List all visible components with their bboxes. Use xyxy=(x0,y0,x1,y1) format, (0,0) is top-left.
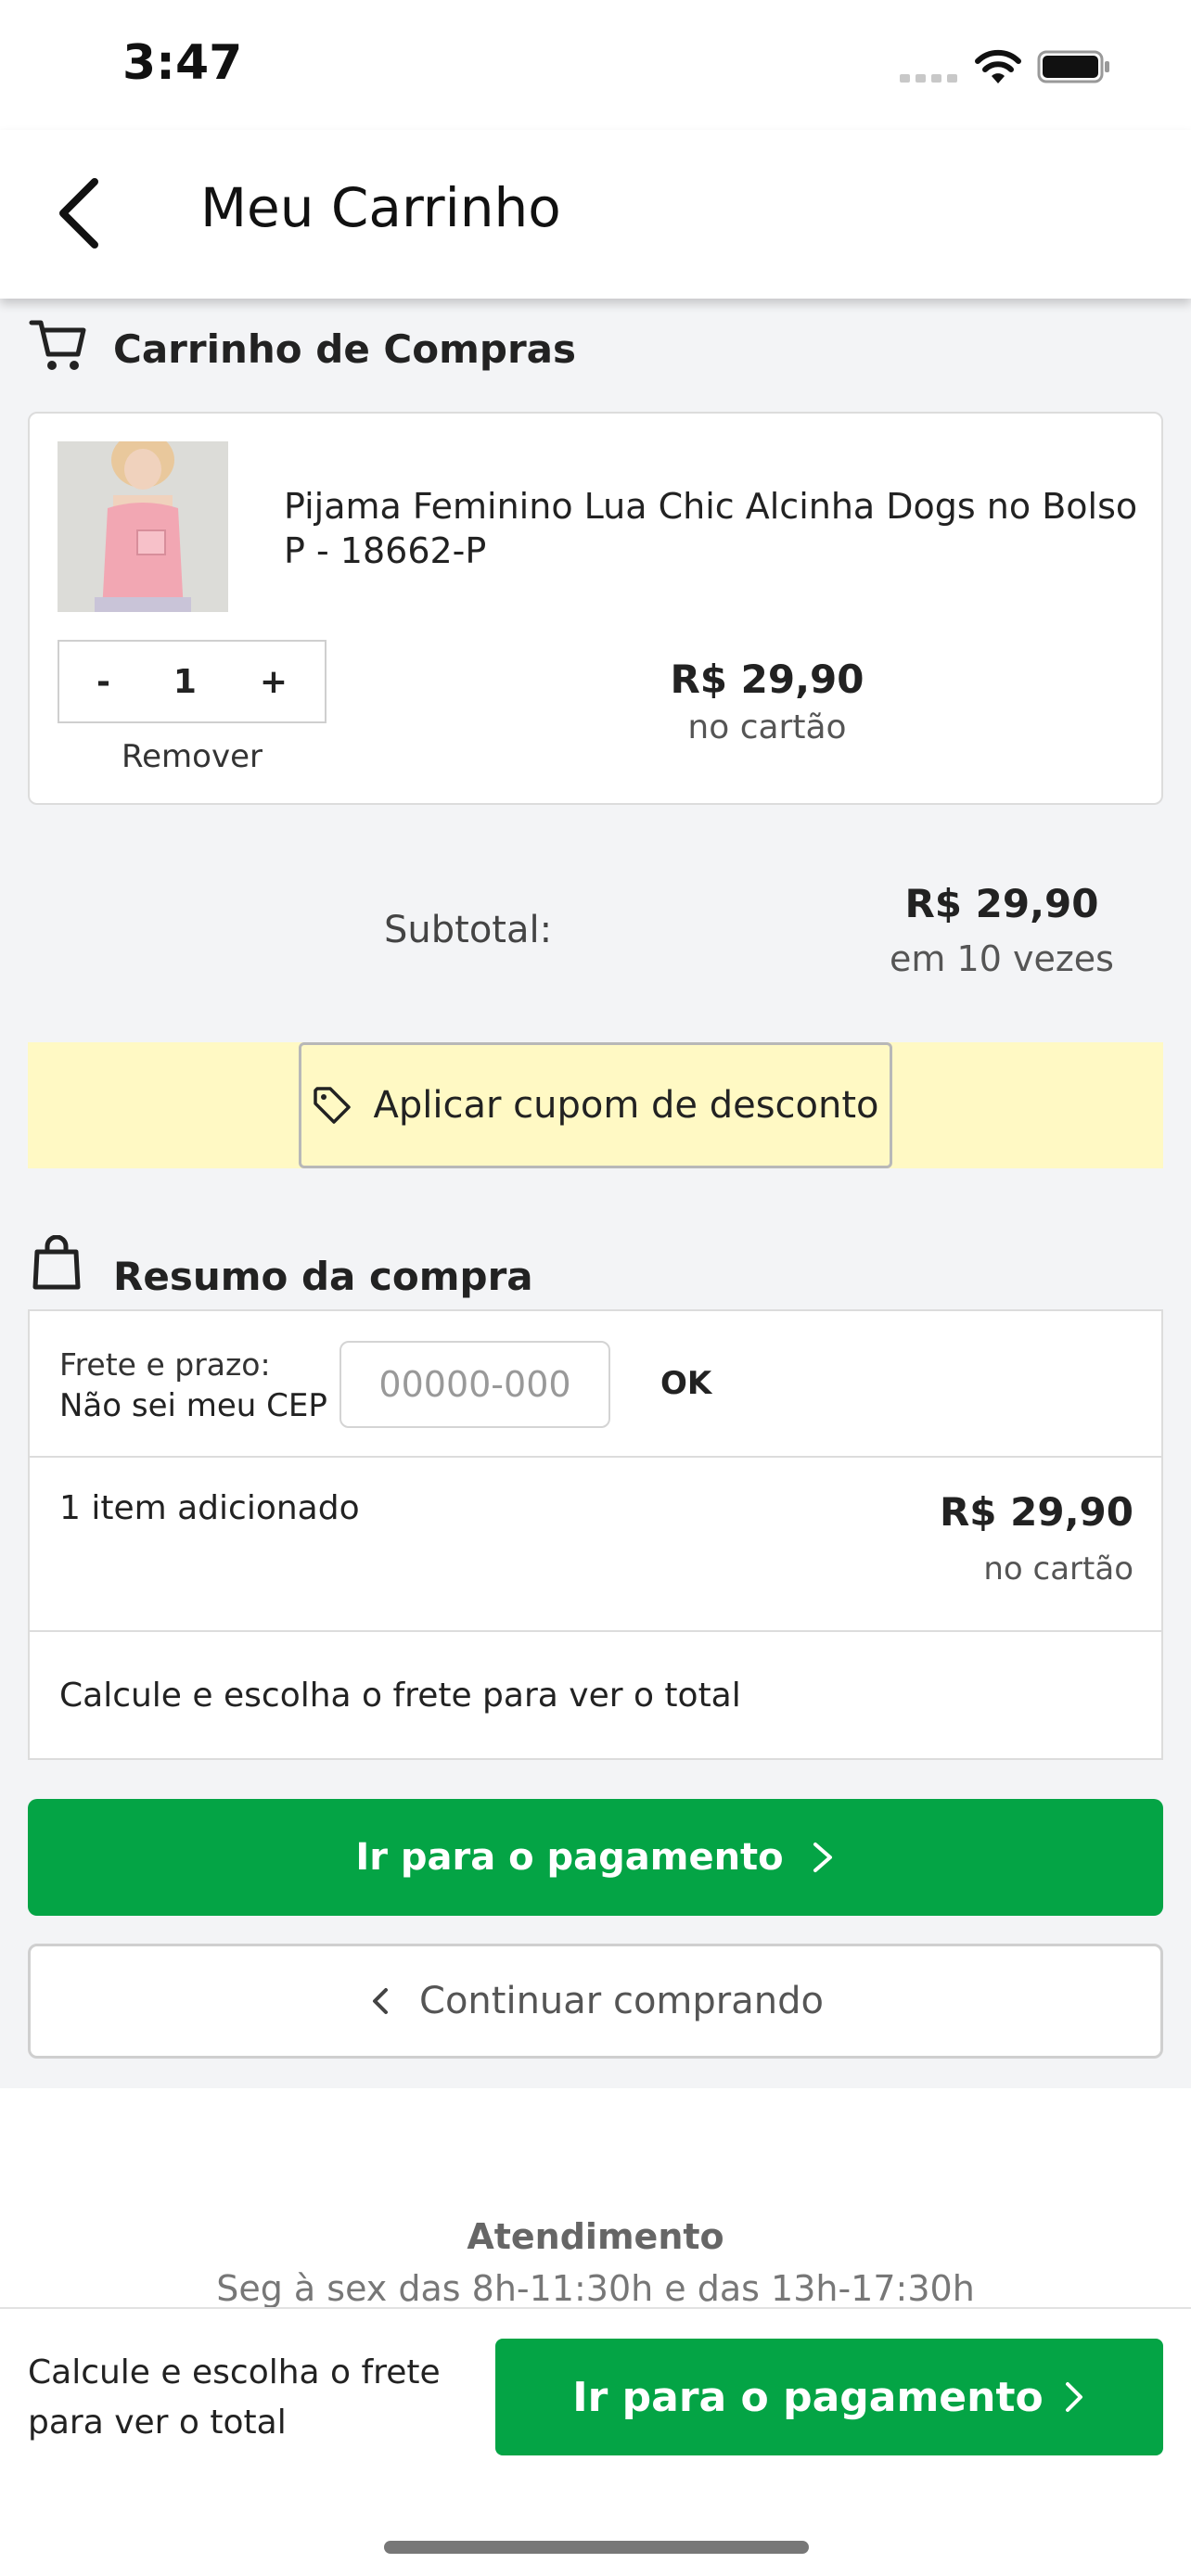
cart-section-title: Carrinho de Compras xyxy=(113,326,576,372)
go-to-payment-button[interactable]: Ir para o pagamento xyxy=(28,1799,1163,1916)
battery-icon xyxy=(1037,50,1109,83)
continue-shopping-button[interactable]: Continuar comprando xyxy=(28,1944,1163,2059)
product-name[interactable]: Pijama Feminino Lua Chic Alcinha Dogs no… xyxy=(284,484,1146,573)
page-title: Meu Carrinho xyxy=(200,176,561,239)
item-price: R$ 29,90 xyxy=(670,657,864,702)
items-row: 1 item adicionado R$ 29,90 no cartão xyxy=(30,1458,1161,1632)
coupon-banner: Aplicar cupom de desconto xyxy=(28,1042,1163,1168)
shipping-row: Frete e prazo: Não sei meu CEP 00000-000… xyxy=(30,1311,1161,1458)
apply-coupon-button[interactable]: Aplicar cupom de desconto xyxy=(299,1042,892,1168)
bottom-go-to-payment-label: Ir para o pagamento xyxy=(572,2373,1044,2421)
bottom-bar-shipping-text: Calcule e escolha o frete para ver o tot… xyxy=(28,2353,441,2442)
shopping-cart-icon xyxy=(29,320,86,370)
support-title: Atendimento xyxy=(467,2216,724,2257)
items-price-note: no cartão xyxy=(983,1550,1133,1588)
status-time: 3:47 xyxy=(122,35,243,91)
tag-icon xyxy=(314,1087,352,1124)
back-button[interactable] xyxy=(37,167,121,260)
total-row: Calcule e escolha o frete para ver o tot… xyxy=(30,1632,1161,1758)
remove-item-link[interactable]: Remover xyxy=(58,738,327,775)
chevron-right-icon xyxy=(813,1843,832,1872)
shopping-bag-icon xyxy=(32,1235,81,1290)
unknown-cep-link[interactable]: Não sei meu CEP xyxy=(59,1387,327,1424)
support-hours: Seg à sex das 8h-11:30h e das 13h-17:30h xyxy=(216,2268,975,2309)
chevron-right-icon xyxy=(1065,2382,1082,2412)
nav-bar: Meu Carrinho xyxy=(0,130,1191,299)
calculate-shipping-text: Calcule e escolha o frete para ver o tot… xyxy=(59,1677,741,1715)
home-indicator[interactable] xyxy=(384,2541,809,2554)
status-bar: 3:47 xyxy=(0,0,1191,130)
order-summary-card: Frete e prazo: Não sei meu CEP 00000-000… xyxy=(28,1309,1163,1760)
cep-ok-button[interactable]: OK xyxy=(660,1365,711,1402)
product-image[interactable] xyxy=(58,441,228,612)
chevron-left-icon xyxy=(59,178,98,249)
apply-coupon-label: Aplicar cupom de desconto xyxy=(373,1084,879,1127)
cart-item-card: Pijama Feminino Lua Chic Alcinha Dogs no… xyxy=(28,412,1163,805)
cep-input[interactable]: 00000-000 xyxy=(339,1341,610,1428)
quantity-value[interactable]: 1 xyxy=(173,663,197,701)
increase-quantity-button[interactable]: + xyxy=(260,663,288,701)
items-price: R$ 29,90 xyxy=(939,1489,1133,1535)
main-content: Carrinho de Compras Pijama Feminino Lua … xyxy=(0,299,1191,2088)
item-price-note: no cartão xyxy=(687,708,847,746)
sticky-checkout-bar: Calcule e escolha o frete para ver o tot… xyxy=(0,2307,1191,2576)
decrease-quantity-button[interactable]: - xyxy=(96,663,110,701)
cellular-signal-icon xyxy=(900,74,957,83)
go-to-payment-label: Ir para o pagamento xyxy=(355,1836,784,1879)
subtotal-value: R$ 29,90 xyxy=(904,881,1099,926)
continue-shopping-label: Continuar comprando xyxy=(419,1980,824,2022)
chevron-left-icon xyxy=(373,1988,389,2014)
shipping-label: Frete e prazo: xyxy=(59,1346,271,1383)
bottom-go-to-payment-button[interactable]: Ir para o pagamento xyxy=(495,2339,1163,2455)
wifi-icon xyxy=(975,49,1021,83)
quantity-stepper: - 1 + xyxy=(58,640,327,723)
summary-section-title: Resumo da compra xyxy=(113,1254,533,1299)
items-count-label: 1 item adicionado xyxy=(59,1489,360,1527)
subtotal-installments: em 10 vezes xyxy=(890,938,1114,979)
product-photo-icon xyxy=(58,441,228,612)
subtotal-label: Subtotal: xyxy=(384,909,553,951)
